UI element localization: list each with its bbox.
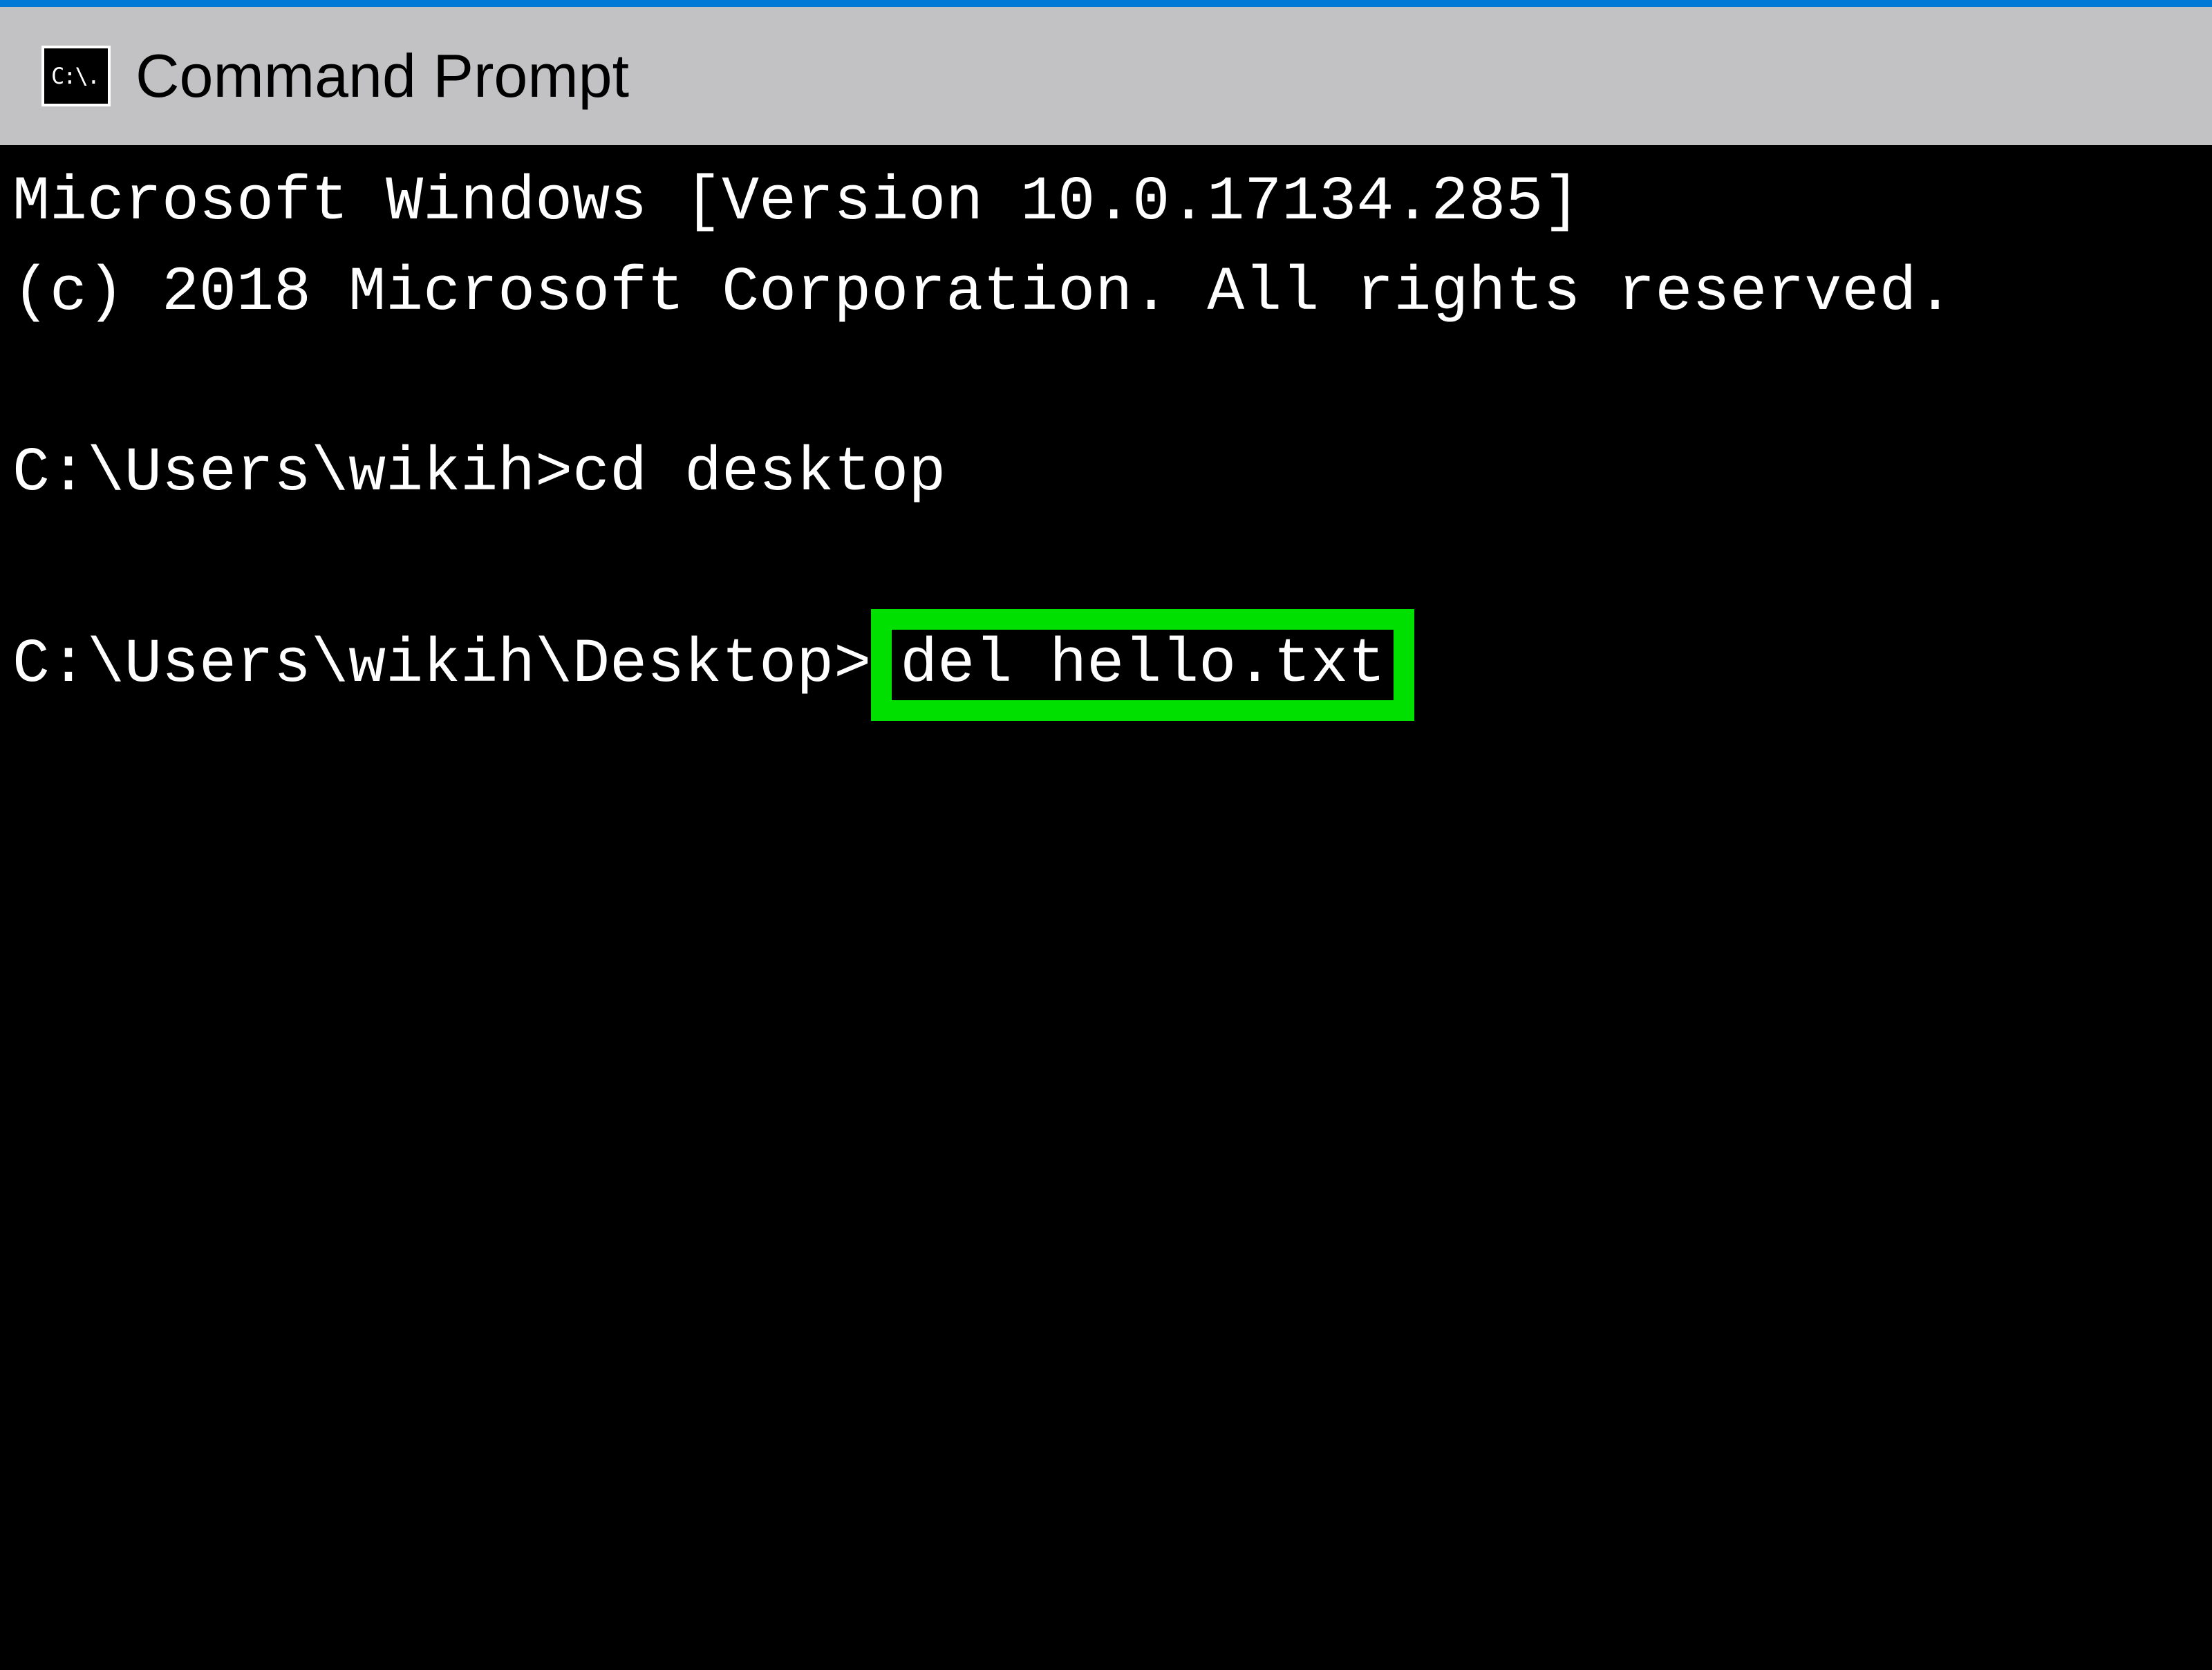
prompt-2-prefix: C:\Users\wikih\Desktop> (12, 630, 871, 700)
cmd-icon-glyph: C:\. (51, 63, 99, 89)
terminal-output[interactable]: Microsoft Windows [Version 10.0.17134.28… (0, 145, 2212, 733)
command-prompt-window: C:\. Command Prompt Microsoft Windows [V… (0, 0, 2212, 1670)
prompt-1-command: cd desktop (572, 438, 946, 509)
cmd-icon: C:\. (41, 46, 111, 106)
prompt-line-1: C:\Users\wikih>cd desktop (12, 429, 2200, 519)
copyright-line: (c) 2018 Microsoft Corporation. All righ… (12, 248, 2200, 339)
prompt-line-2: C:\Users\wikih\Desktop> del hello.txt (12, 609, 2200, 721)
window-title: Command Prompt (135, 41, 629, 111)
titlebar[interactable]: C:\. Command Prompt (0, 7, 2212, 145)
version-line: Microsoft Windows [Version 10.0.17134.28… (12, 158, 2200, 248)
highlighted-command: del hello.txt (871, 609, 1414, 721)
prompt-1-prefix: C:\Users\wikih> (12, 438, 572, 509)
prompt-2-command: del hello.txt (900, 630, 1385, 700)
